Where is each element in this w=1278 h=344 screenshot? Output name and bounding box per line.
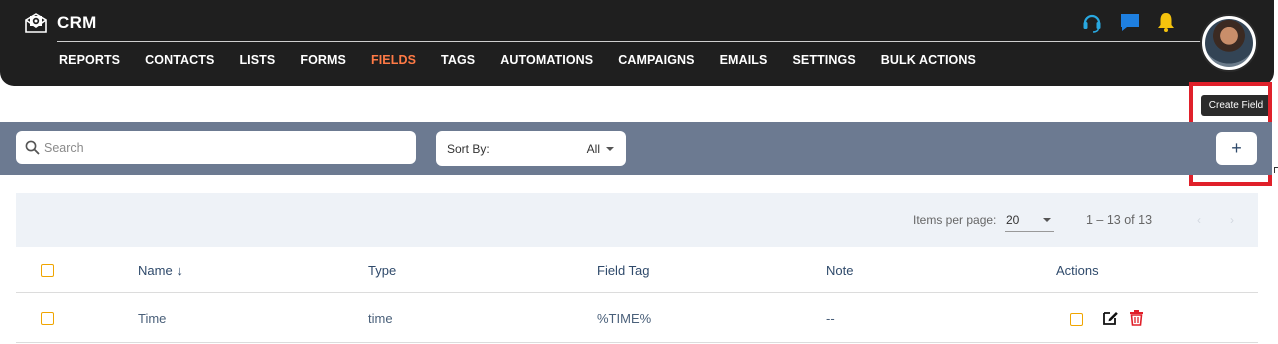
column-name-label: Name xyxy=(138,263,173,278)
column-header-field-tag: Field Tag xyxy=(597,263,650,278)
top-header: CRM REPORTS CONTACTS LISTS FORMS FIELDS … xyxy=(0,0,1274,86)
chevron-down-icon xyxy=(1043,218,1051,222)
nav-item-forms[interactable]: FORMS xyxy=(300,53,346,67)
nav-item-emails[interactable]: EMAILS xyxy=(720,53,768,67)
column-header-actions: Actions xyxy=(1056,263,1099,278)
sort-by-label: Sort By: xyxy=(447,141,490,156)
chat-icon[interactable] xyxy=(1119,11,1141,33)
items-per-page-value: 20 xyxy=(1006,213,1020,227)
delete-icon[interactable] xyxy=(1128,309,1145,326)
headset-icon[interactable] xyxy=(1081,11,1103,33)
main-nav: REPORTS CONTACTS LISTS FORMS FIELDS TAGS… xyxy=(59,53,1001,67)
column-header-type: Type xyxy=(368,263,397,278)
sort-by-select[interactable]: Sort By: All xyxy=(436,131,626,166)
header-divider xyxy=(57,41,1207,42)
column-header-name[interactable]: Name ↓ xyxy=(138,263,183,278)
search-box[interactable] xyxy=(16,131,416,164)
nav-item-bulk-actions[interactable]: BULK ACTIONS xyxy=(881,53,976,67)
column-header-note: Note xyxy=(826,263,854,278)
sort-by-value: All xyxy=(586,141,600,156)
nav-item-campaigns[interactable]: CAMPAIGNS xyxy=(618,53,694,67)
divider-mark xyxy=(1274,167,1278,173)
cell-type: time xyxy=(368,311,393,326)
nav-item-contacts[interactable]: CONTACTS xyxy=(145,53,214,67)
next-page-icon[interactable]: › xyxy=(1230,213,1234,227)
nav-item-lists[interactable]: LISTS xyxy=(239,53,275,67)
filter-toolbar: Sort By: All + xyxy=(0,122,1272,175)
paginator: Items per page: 20 1 – 13 of 13 ‹ › xyxy=(16,193,1258,247)
nav-item-tags[interactable]: TAGS xyxy=(441,53,475,67)
prev-page-icon[interactable]: ‹ xyxy=(1197,213,1201,227)
sort-arrow-icon: ↓ xyxy=(176,263,183,278)
cell-name: Time xyxy=(138,311,167,326)
brand-name: CRM xyxy=(57,13,97,32)
edit-icon[interactable] xyxy=(1102,309,1119,326)
items-per-page-label: Items per page: xyxy=(913,213,997,227)
search-input[interactable] xyxy=(44,140,384,155)
bell-icon[interactable] xyxy=(1155,11,1177,33)
nav-item-fields[interactable]: FIELDS xyxy=(371,53,416,67)
nav-item-settings[interactable]: SETTINGS xyxy=(792,53,855,67)
chevron-down-icon xyxy=(606,146,614,151)
avatar-photo xyxy=(1205,19,1253,67)
header-divider-line xyxy=(16,292,1258,293)
nav-item-reports[interactable]: REPORTS xyxy=(59,53,120,67)
select-all-checkbox[interactable] xyxy=(41,264,54,277)
cell-note: -- xyxy=(826,311,835,326)
items-per-page-select[interactable]: 20 xyxy=(1005,209,1054,232)
row-divider-line xyxy=(16,342,1258,343)
nav-item-automations[interactable]: AUTOMATIONS xyxy=(500,53,593,67)
search-icon xyxy=(25,140,40,155)
row-checkbox[interactable] xyxy=(41,312,54,325)
row-action-checkbox[interactable] xyxy=(1070,313,1083,326)
create-field-button[interactable]: + xyxy=(1216,132,1257,165)
page-range: 1 – 13 of 13 xyxy=(1086,213,1153,227)
crm-logo-icon xyxy=(25,13,47,33)
user-avatar[interactable] xyxy=(1200,14,1258,72)
cell-field-tag: %TIME% xyxy=(597,311,652,326)
